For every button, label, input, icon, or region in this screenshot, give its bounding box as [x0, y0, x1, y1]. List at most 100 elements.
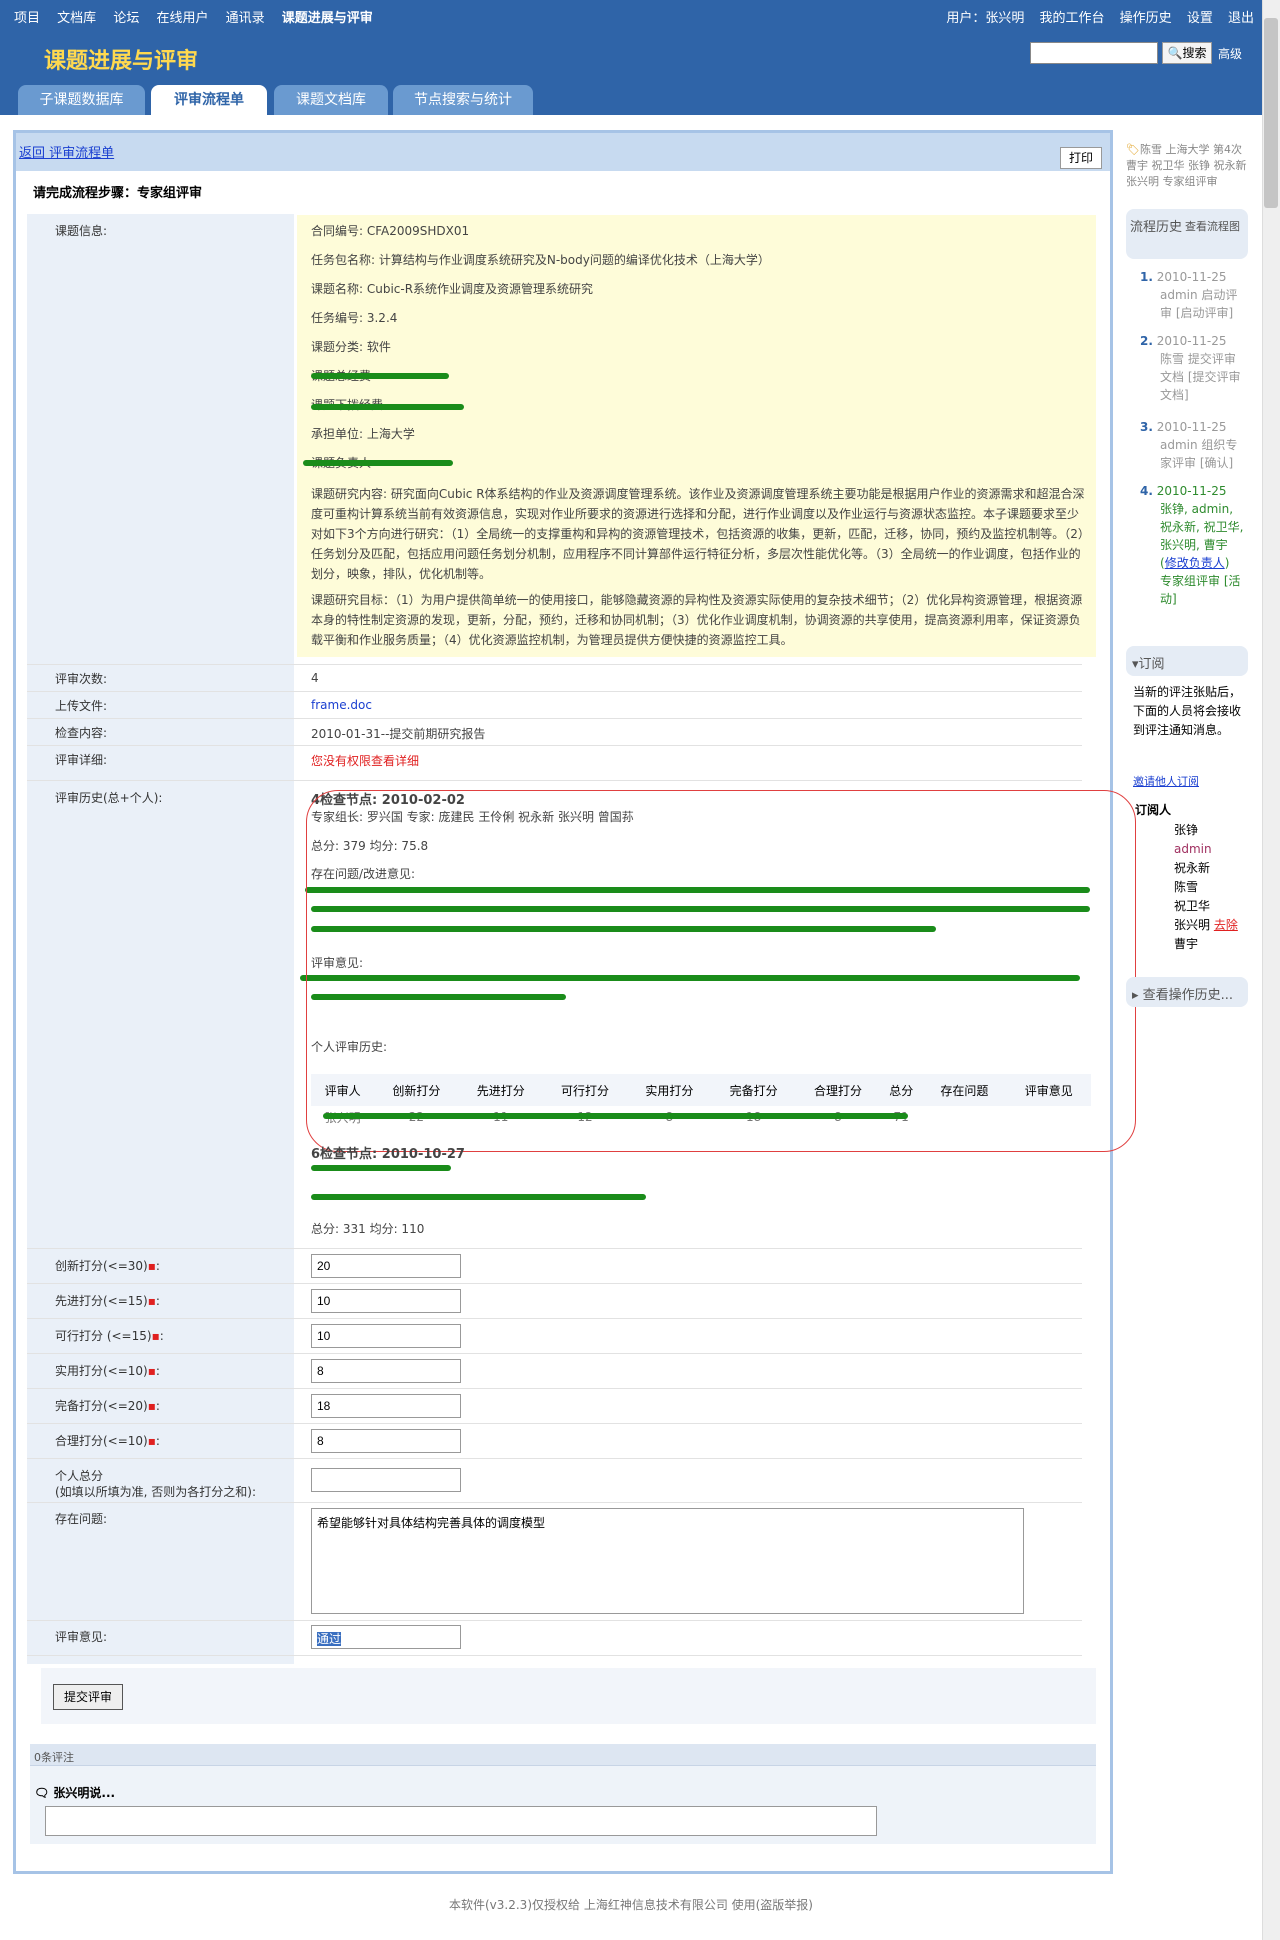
tab-review-flow[interactable]: 评审流程单 — [151, 85, 267, 115]
flow-history-item-active: 4. 2010-11-25 张铮, admin, 祝永新, 祝卫华, 张兴明, 曹… — [1140, 484, 1244, 606]
topic-task-no: 任务编号: 3.2.4 — [311, 311, 398, 325]
label-topic-info: 课题信息: — [55, 224, 108, 238]
label-complete: 完备打分(<=20)▪: — [55, 1399, 160, 1413]
nav-docs[interactable]: 文档库 — [57, 11, 96, 26]
complete-score-input[interactable] — [311, 1394, 461, 1418]
subscriber: 陈雪 — [1174, 880, 1199, 894]
tab-node-search[interactable]: 节点搜索与统计 — [393, 85, 533, 115]
comment-input[interactable] — [45, 1806, 877, 1836]
nav-op-history[interactable]: 操作历史 — [1120, 11, 1172, 26]
redaction-mark — [311, 373, 449, 379]
subscriber: 祝卫华 — [1174, 899, 1211, 913]
subscriber: 张铮 — [1174, 823, 1199, 837]
print-button[interactable]: 打印 — [1059, 147, 1102, 169]
opinion-input[interactable]: 通过 — [311, 1625, 461, 1649]
caret-right-icon: ▸ — [1132, 988, 1139, 1003]
submit-review-button[interactable]: 提交评审 — [53, 1684, 123, 1710]
label-personal-total-note: (如填以所填为准, 否则为各打分之和): — [55, 1485, 257, 1499]
history-node2-score: 总分: 331 均分: 110 — [311, 1222, 425, 1236]
flow-history-item: 1. 2010-11-25 admin 启动评审 [启动评审] — [1140, 270, 1238, 320]
feasible-score-input[interactable] — [311, 1324, 461, 1348]
topic-contract: 合同编号: CFA2009SHDX01 — [311, 224, 470, 238]
nav-online-users[interactable]: 在线用户 — [156, 11, 208, 26]
submit-area — [41, 1668, 1096, 1724]
search-icon: 🔍 — [1167, 46, 1183, 60]
nav-workbench[interactable]: 我的工作台 — [1040, 11, 1105, 26]
comments-bar — [30, 1744, 1096, 1766]
label-review-count: 评审次数: — [55, 672, 108, 686]
remove-subscriber-link[interactable]: 去除 — [1214, 918, 1238, 932]
label-opinion: 评审意见: — [55, 1630, 108, 1644]
advanced-search-link[interactable]: 高级 — [1218, 45, 1242, 62]
review-detail-value: 您没有权限查看详细 — [311, 754, 420, 768]
annotation-red-outline — [306, 790, 1136, 1152]
comment-author: 🗨 张兴明说... — [34, 1784, 115, 1801]
advanced-score-input[interactable] — [311, 1289, 461, 1313]
tab-subtopic-db[interactable]: 子课题数据库 — [18, 85, 145, 115]
view-flow-chart-link[interactable]: 查看流程图 — [1185, 218, 1240, 234]
upload-file-link[interactable]: frame.doc — [311, 698, 372, 712]
search-button-label: 搜索 — [1182, 46, 1207, 60]
step-title: 请完成流程步骤：专家组评审 — [33, 186, 203, 201]
topic-content: 课题研究内容: 研究面向Cubic R体系结构的作业及资源调度管理系统。该作业及… — [311, 487, 1085, 581]
footer: 本软件(v3.2.3)仅授权给 上海红神信息技术有限公司 使用(盗版举报) — [449, 1898, 813, 1912]
subscriber: 张兴明 去除 — [1174, 918, 1238, 932]
nav-current[interactable]: 课题进展与评审 — [282, 11, 373, 26]
nav-logout[interactable]: 退出 — [1228, 11, 1254, 26]
subscribe-text: 当新的评注张贴后，下面的人员将会接收到评注通知消息。 — [1133, 685, 1242, 737]
subscribe-title: ▾订阅 — [1132, 657, 1165, 672]
topic-goal: 课题研究目标：（1）为用户提供简单统一的使用接口，能够隐藏资源的异构性及资源实际… — [311, 593, 1083, 647]
history-node2-title: 6检查节点: 2010-10-27 — [311, 1147, 465, 1162]
header: 课题进展与评审 🔍搜索 高级 子课题数据库 评审流程单 课题文档库 节点搜索与统… — [0, 29, 1262, 115]
subscribers-list: 张铮 admin 祝永新 陈雪 祝卫华 张兴明 去除 曹宇 — [1174, 821, 1238, 954]
top-nav: 项目 文档库 论坛 在线用户 通讯录 课题进展与评审 用户：张兴明 我的工作台 … — [0, 0, 1262, 29]
flow-history-title: 流程历史 — [1130, 220, 1183, 235]
redaction-mark — [311, 404, 464, 410]
innovation-score-input[interactable] — [311, 1254, 461, 1278]
label-reasonable: 合理打分(<=10)▪: — [55, 1434, 160, 1448]
invite-subscribe-link[interactable]: 邀请他人订阅 — [1133, 773, 1199, 789]
topic-unit: 承担单位: 上海大学 — [311, 427, 415, 441]
flow-history-item: 3. 2010-11-25 admin 组织专家评审 [确认] — [1140, 420, 1238, 470]
user-name[interactable]: 张兴明 — [985, 11, 1024, 26]
personal-total-input[interactable] — [311, 1468, 461, 1492]
review-count-value: 4 — [311, 671, 319, 685]
search-button[interactable]: 🔍搜索 — [1162, 42, 1212, 64]
subscriber: 曹宇 — [1174, 937, 1199, 951]
nav-contacts[interactable]: 通讯录 — [226, 11, 265, 26]
check-content-value: 2010-01-31--提交前期研究报告 — [311, 727, 486, 741]
scrollbar-thumb[interactable] — [1264, 18, 1278, 208]
back-link[interactable]: 返回 评审流程单 — [19, 142, 114, 161]
tab-topic-docs[interactable]: 课题文档库 — [274, 85, 388, 115]
label-review-detail: 评审详细: — [55, 753, 108, 767]
sidebar-tags-text: 陈雪 上海大学 第4次 曹宇 祝卫华 张铮 祝永新 张兴明 专家组评审 — [1126, 143, 1247, 188]
label-check-content: 检查内容: — [55, 726, 108, 740]
topic-name: 课题名称: Cubic-R系统作业调度及资源管理系统研究 — [311, 282, 594, 296]
comments-count: 0条评注 — [34, 1751, 74, 1764]
change-owner-link[interactable]: 修改负责人 — [1165, 556, 1225, 570]
panel-bar: 返回 评审流程单 打印 — [16, 133, 1110, 171]
topic-package: 任务包名称: 计算结构与作业调度系统研究及N-body问题的编译优化技术（上海大… — [311, 253, 770, 267]
search-input[interactable] — [1030, 42, 1158, 64]
view-ops-link[interactable]: ▸ 查看操作历史... — [1132, 984, 1233, 1003]
sidebar-tags: 🏷陈雪 上海大学 第4次 曹宇 祝卫华 张铮 祝永新 张兴明 专家组评审 — [1126, 142, 1248, 190]
flow-history-item: 2. 2010-11-25 陈雪 提交评审文档 [提交评审文档] — [1140, 334, 1241, 402]
practical-score-input[interactable] — [311, 1359, 461, 1383]
comment-author-name: 张兴明说... — [53, 1786, 116, 1800]
label-personal-total: 个人总分 — [55, 1469, 104, 1483]
nav-settings[interactable]: 设置 — [1187, 11, 1213, 26]
opinion-selected-text: 通过 — [317, 1632, 342, 1646]
nav-project[interactable]: 项目 — [14, 11, 40, 26]
tag-icon: 🏷 — [1126, 143, 1140, 156]
user-label: 用户： — [946, 11, 986, 26]
label-feasible: 可行打分 (<=15)▪: — [55, 1329, 164, 1343]
nav-forum[interactable]: 论坛 — [113, 11, 139, 26]
label-problems: 存在问题: — [55, 1512, 108, 1526]
scrollbar[interactable] — [1262, 0, 1280, 1940]
reasonable-score-input[interactable] — [311, 1429, 461, 1453]
problems-textarea[interactable]: 希望能够针对具体结构完善具体的调度模型 — [311, 1508, 1024, 1614]
speech-bubble-icon: 🗨 — [34, 1786, 50, 1800]
label-review-history: 评审历史(总+个人): — [55, 791, 163, 805]
label-innovation: 创新打分(<=30)▪: — [55, 1259, 160, 1273]
redaction-mark — [311, 1194, 646, 1200]
